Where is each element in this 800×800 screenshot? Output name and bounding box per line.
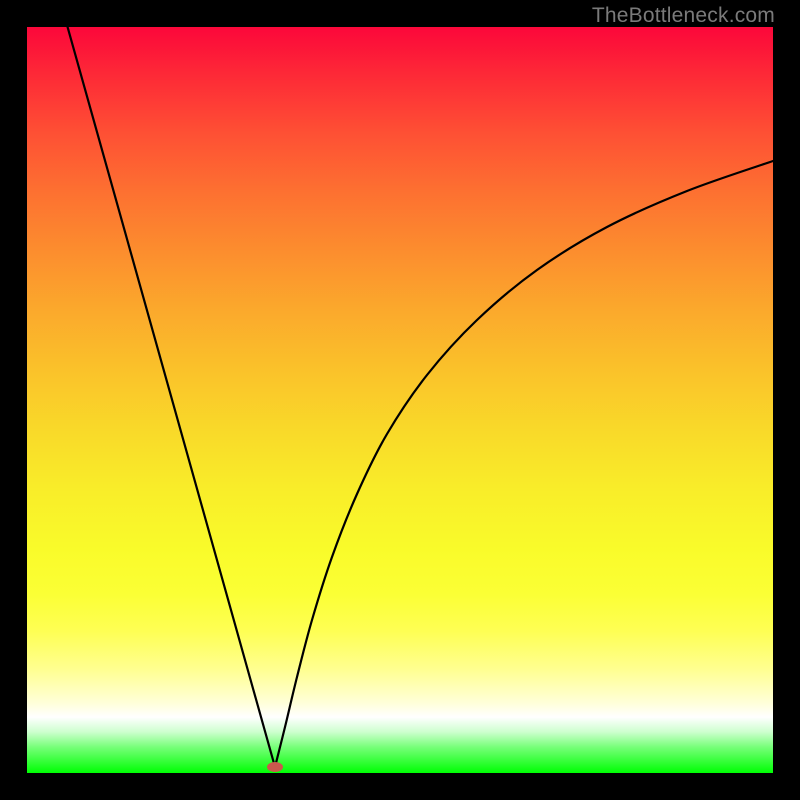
plot-area (27, 27, 773, 773)
minimum-marker (267, 762, 283, 772)
watermark-text: TheBottleneck.com (592, 4, 775, 28)
bottleneck-curve-path (67, 27, 773, 767)
chart-frame: TheBottleneck.com (0, 0, 800, 800)
curve-svg (27, 27, 773, 773)
